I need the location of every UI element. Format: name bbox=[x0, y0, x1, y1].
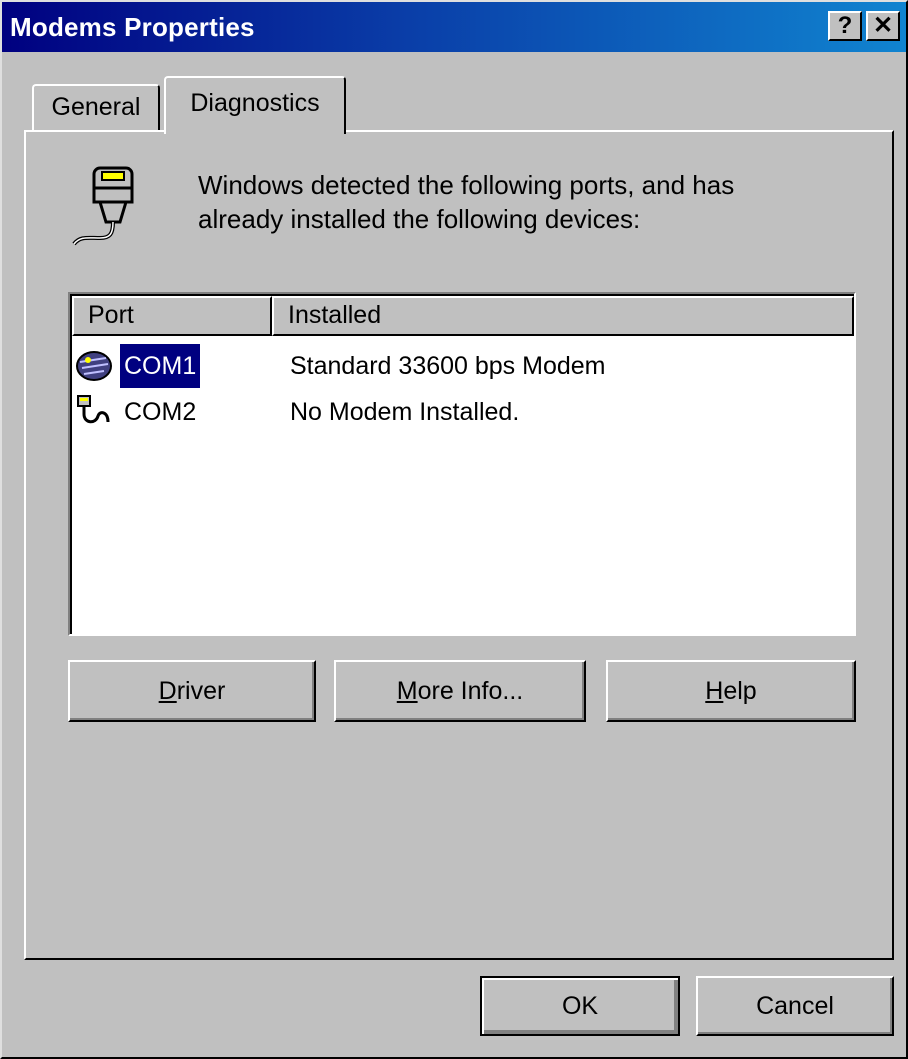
title-bar[interactable]: Modems Properties ? ✕ bbox=[2, 2, 906, 52]
ok-button[interactable]: OK bbox=[480, 976, 680, 1036]
cancel-button[interactable]: Cancel bbox=[696, 976, 894, 1036]
modem-icon bbox=[76, 351, 112, 381]
ports-listview[interactable]: Port Installed COM1 Standard 33600 bps M… bbox=[68, 292, 856, 636]
installed-device: No Modem Installed. bbox=[290, 398, 520, 426]
port-name: COM1 bbox=[118, 343, 202, 389]
more-info-button[interactable]: More Info... bbox=[334, 660, 586, 722]
port-name: COM2 bbox=[124, 398, 197, 426]
tab-diagnostics[interactable]: Diagnostics bbox=[164, 76, 346, 134]
list-row-com1[interactable]: COM1 Standard 33600 bps Modem bbox=[72, 343, 852, 389]
close-button[interactable]: ✕ bbox=[866, 11, 900, 41]
installed-device: Standard 33600 bps Modem bbox=[290, 352, 606, 380]
column-header-installed[interactable]: Installed bbox=[272, 296, 854, 336]
description-line-2: already installed the following devices: bbox=[198, 204, 641, 234]
description-line-1: Windows detected the following ports, an… bbox=[198, 170, 735, 200]
column-header-port[interactable]: Port bbox=[72, 296, 272, 336]
driver-button[interactable]: Driver bbox=[68, 660, 316, 722]
tab-general[interactable]: General bbox=[32, 84, 160, 130]
help-button[interactable]: Help bbox=[606, 660, 856, 722]
diagnostics-description: Windows detected the following ports, an… bbox=[198, 168, 734, 236]
serial-port-icon bbox=[72, 166, 134, 246]
port-cable-icon bbox=[77, 395, 110, 424]
modems-properties-window: Modems Properties ? ✕ General Diagnostic… bbox=[0, 0, 908, 1059]
list-row-com2[interactable]: COM2 No Modem Installed. bbox=[72, 390, 852, 434]
help-title-button[interactable]: ? bbox=[828, 11, 862, 41]
window-title: Modems Properties bbox=[10, 12, 255, 42]
